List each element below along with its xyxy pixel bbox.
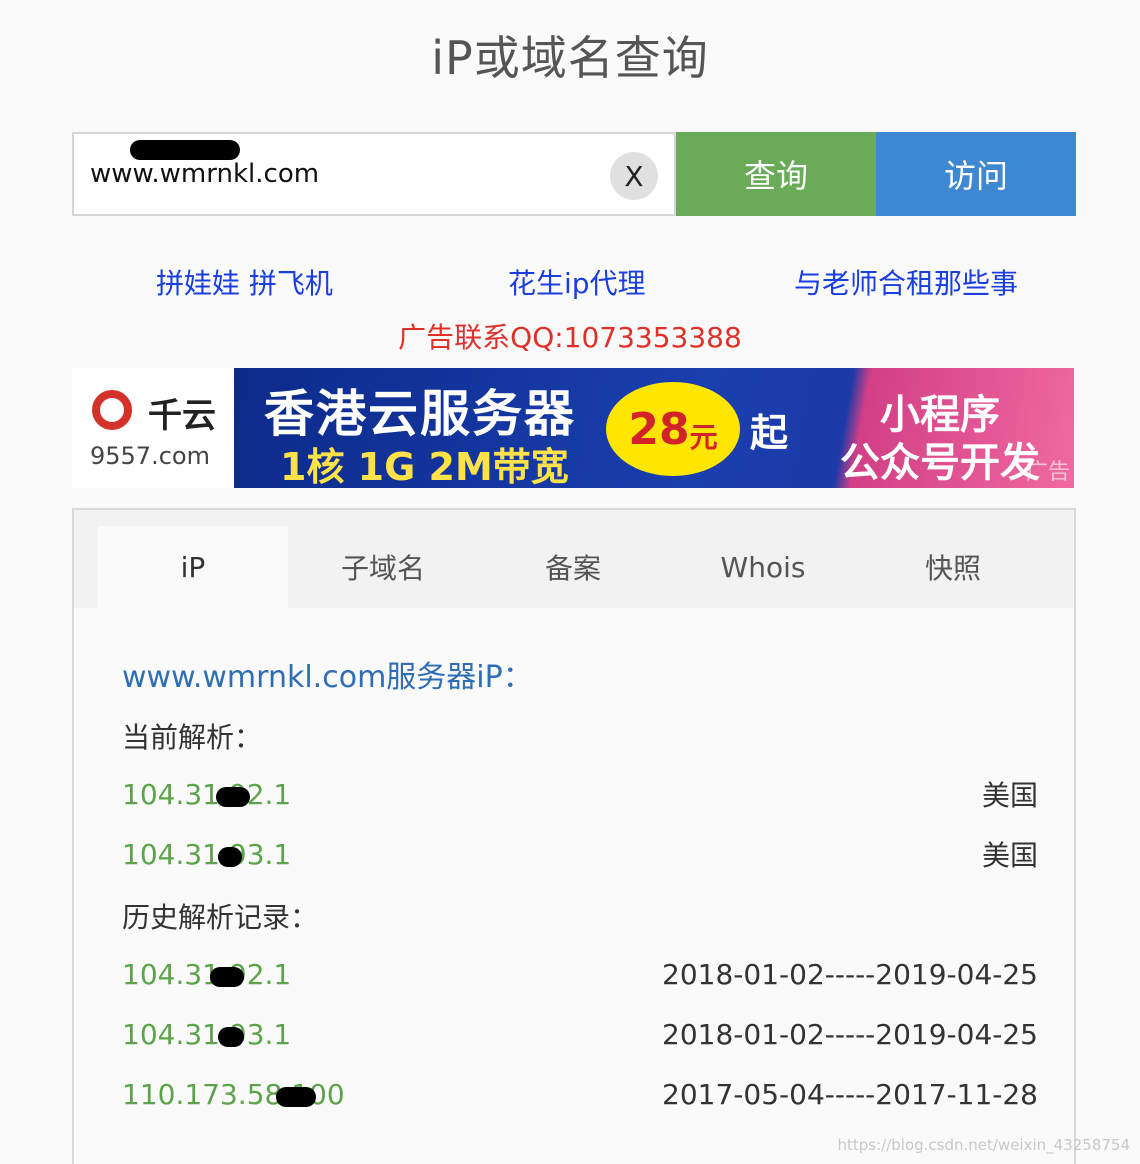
- result-title: www.wmrnkl.com服务器iP：: [122, 660, 533, 695]
- redaction-mark: [130, 140, 240, 160]
- search-input[interactable]: www.wmrnkl.com X: [72, 132, 676, 216]
- history-label: 历史解析记录：: [122, 901, 319, 934]
- date-range: 2017-05-04-----2017-11-28: [662, 1077, 1038, 1111]
- ip-address[interactable]: 104.31.92.1: [122, 958, 291, 991]
- price-suffix: 起: [750, 411, 789, 455]
- current-resolution-label: 当前解析：: [122, 721, 263, 754]
- banner-logo: 千云 9557.com: [72, 368, 234, 488]
- date-range: 2018-01-02-----2019-04-25: [662, 1017, 1038, 1051]
- ip-location: 美国: [981, 779, 1038, 812]
- redaction-mark: [210, 966, 244, 987]
- ad-contact-text: 广告联系QQ:1073353388: [398, 321, 742, 354]
- date-range: 2018-01-02-----2019-04-25: [662, 957, 1038, 991]
- logo-domain: 9557.com: [90, 442, 210, 470]
- ad-banner[interactable]: 千云 9557.com 香港云服务器 1核 1G 2M带宽 28 元 起 小程序…: [72, 368, 1074, 488]
- redaction-mark: [218, 1026, 244, 1047]
- search-bar: www.wmrnkl.com X 查询 访问: [72, 132, 1076, 216]
- tab-snapshot[interactable]: 快照: [858, 526, 1048, 608]
- price-unit: 元: [689, 421, 718, 454]
- sponsor-link[interactable]: 拼娃娃 拼飞机: [156, 262, 333, 302]
- query-button[interactable]: 查询: [676, 132, 876, 216]
- current-ip-row: 104.31.92.1 美国: [122, 774, 1038, 814]
- tab-bar: iP 子域名 备案 Whois 快照: [74, 510, 1074, 608]
- history-ip-row: 110.173.58.100 2017-05-04-----2017-11-28: [122, 1074, 1038, 1114]
- sponsor-links: 拼娃娃 拼飞机 花生ip代理 与老师合租那些事: [72, 262, 1076, 302]
- ip-address[interactable]: 104.31.92.1: [122, 778, 291, 811]
- page-title: iP或域名查询: [431, 31, 709, 85]
- ip-location: 美国: [981, 839, 1038, 872]
- search-input-value: www.wmrnkl.com: [90, 159, 320, 189]
- history-ip-row: 104.31.93.1 2018-01-02-----2019-04-25: [122, 1014, 1038, 1054]
- sponsor-link[interactable]: 与老师合租那些事: [794, 262, 1018, 302]
- cloud-logo-icon: [92, 390, 132, 430]
- sponsor-link[interactable]: 花生ip代理: [508, 262, 646, 302]
- price-badge: 28 元: [606, 382, 740, 476]
- logo-text: 千云: [148, 396, 216, 436]
- clear-icon[interactable]: X: [610, 152, 658, 200]
- banner-subline: 1核 1G 2M带宽: [280, 445, 569, 488]
- result-panel: iP 子域名 备案 Whois 快照 www.wmrnkl.com服务器iP： …: [72, 508, 1076, 1164]
- visit-button[interactable]: 访问: [876, 132, 1076, 216]
- ip-address[interactable]: 104.31.93.1: [122, 1018, 291, 1051]
- banner-main: 香港云服务器 1核 1G 2M带宽 28 元 起 小程序 公众号开发 广告: [234, 368, 1074, 488]
- redaction-mark: [276, 1086, 316, 1107]
- current-ip-row: 104.31.93.1 美国: [122, 834, 1038, 874]
- tab-whois[interactable]: Whois: [668, 526, 858, 608]
- price-number: 28: [628, 403, 690, 455]
- watermark: https://blog.csdn.net/weixin_43258754: [837, 1136, 1130, 1154]
- banner-right-line2: 公众号开发: [840, 440, 1040, 486]
- ip-address[interactable]: 104.31.93.1: [122, 838, 291, 871]
- ad-tag: 广告: [1025, 460, 1070, 485]
- ip-address[interactable]: 110.173.58.100: [122, 1078, 345, 1111]
- tab-ip[interactable]: iP: [98, 526, 288, 608]
- tab-icp[interactable]: 备案: [478, 526, 668, 608]
- tab-subdomain[interactable]: 子域名: [288, 526, 478, 608]
- redaction-mark: [216, 786, 250, 807]
- history-ip-row: 104.31.92.1 2018-01-02-----2019-04-25: [122, 954, 1038, 994]
- redaction-mark: [218, 846, 242, 867]
